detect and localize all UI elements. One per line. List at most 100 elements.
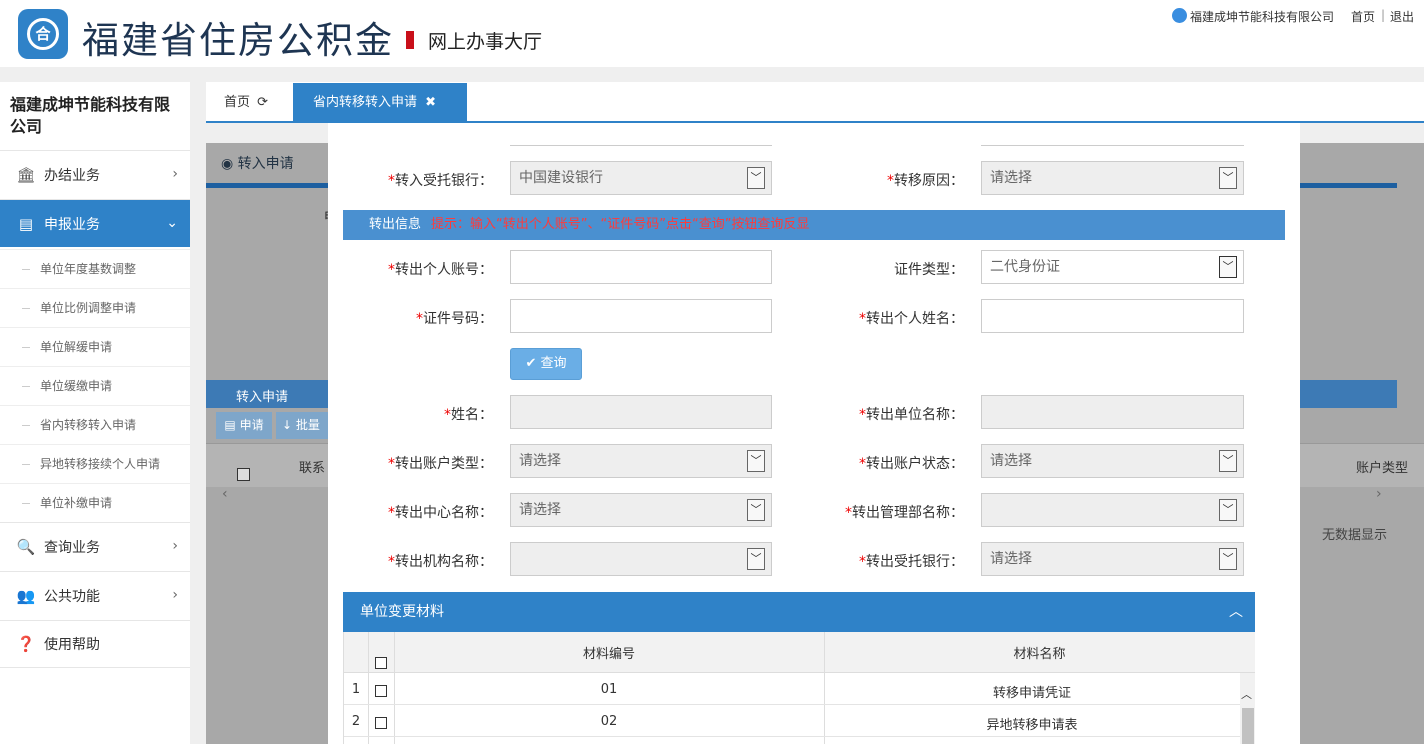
user-icon (1172, 8, 1187, 23)
col-header-code: 材料编号 (582, 647, 635, 662)
chevron-down-icon: ﹀ (1219, 450, 1237, 472)
sidebar-item-query[interactable]: 🔍 查询业务 › (0, 522, 190, 570)
tab-home[interactable]: 首页 ⟳ (206, 83, 292, 122)
check-icon: ✔ (525, 356, 537, 371)
bg-no-data: 无数据显示 (1322, 528, 1388, 543)
bg-col-contact: 联系 (299, 461, 326, 476)
site-subtitle: 网上办事大厅 (428, 31, 543, 53)
row-code: 02 (600, 714, 618, 729)
out-name-label: *转出个人姓名： (859, 311, 964, 327)
out-name-input[interactable] (981, 299, 1244, 333)
out-center-select[interactable]: 请选择 ﹀ (510, 493, 772, 527)
cut-field-edge (981, 143, 1244, 146)
briefcase-icon: ▤ (18, 214, 34, 233)
tab-home-label: 首页 (224, 95, 251, 110)
sidebar-subitem[interactable]: 单位解缓申请 (0, 327, 190, 366)
bg-panel-title: 转入申请 (236, 390, 289, 405)
bg-checkbox (237, 468, 250, 481)
header-home-link[interactable]: 首页 (1351, 8, 1375, 25)
out-bank-select[interactable]: 请选择 ﹀ (981, 542, 1244, 576)
sidebar-subitem[interactable]: 单位缓缴申请 (0, 366, 190, 405)
out-dept-select[interactable]: ﹀ (981, 493, 1244, 527)
bg-batch-button: ↓ 批量 (276, 412, 328, 439)
name-input[interactable] (510, 395, 772, 429)
chevron-down-icon: ﹀ (1219, 167, 1237, 189)
out-info-title: 转出信息 (369, 217, 422, 232)
out-bank-label: *转出受托银行： (859, 554, 964, 570)
sidebar-company: 福建成坤节能科技有限公司 (10, 95, 171, 136)
sidebar-subitem[interactable]: 单位年度基数调整 (0, 249, 190, 288)
reason-select[interactable]: 请选择 ﹀ (981, 161, 1244, 195)
scroll-up-icon[interactable]: ︿ (1241, 686, 1252, 702)
select-all-checkbox[interactable] (375, 657, 387, 669)
out-acct-type-select[interactable]: 请选择 ﹀ (510, 444, 772, 478)
header-company: 福建成坤节能科技有限公司 (1190, 10, 1335, 24)
sidebar-item-help[interactable]: ❓ 使用帮助 (0, 620, 190, 668)
sidebar-subitem[interactable]: 异地转移接续个人申请 (0, 444, 190, 483)
row-name: 异地转移申请表 (986, 718, 1078, 733)
bg-panel-head (1300, 380, 1397, 408)
tab-transfer-in-label: 省内转移转入申请 (313, 95, 418, 110)
sidebar-subitem[interactable]: 单位补缴申请 (0, 483, 190, 522)
row-code: 01 (600, 682, 618, 697)
sidebar-item-label: 申报业务 (44, 216, 100, 233)
bg-strip (206, 183, 328, 188)
out-acct-type-label: *转出账户类型： (388, 456, 493, 472)
logout-link[interactable]: 退出 (1390, 8, 1414, 25)
row-name: 转移申请凭证 (992, 686, 1071, 701)
chevron-right-icon: › (172, 166, 178, 182)
chevron-down-icon: ﹀ (747, 167, 765, 189)
bg-apply-button: ▤ 申请 (216, 412, 272, 439)
sidebar-item-completed[interactable]: 🏛 办结业务 › (0, 150, 190, 198)
sidebar-subitem[interactable]: 单位比例调整申请 (0, 288, 190, 327)
materials-panel-header[interactable]: 单位变更材料 ︿ (343, 592, 1255, 632)
chevron-down-icon: ﹀ (747, 499, 765, 521)
search-icon: 🔍 (16, 537, 36, 556)
bg-section-title: ◉ 转入申请 (221, 156, 294, 172)
close-icon[interactable]: ✖ (425, 95, 436, 110)
chevron-down-icon: ﹀ (1219, 499, 1237, 521)
chevron-down-icon: ﹀ (747, 450, 765, 472)
id-type-select[interactable]: 二代身份证 ﹀ (981, 250, 1244, 284)
chevron-right-icon: › (172, 587, 178, 603)
help-icon: ❓ (16, 635, 36, 653)
sidebar-item-declare[interactable]: ▤ 申报业务 ⌄ (0, 199, 190, 247)
out-acct-status-select[interactable]: 请选择 ﹀ (981, 444, 1244, 478)
id-number-label: *证件号码： (416, 311, 493, 327)
bg-scroll-right-icon: › (1376, 486, 1382, 502)
id-type-label: 证件类型： (894, 262, 964, 278)
chevron-down-icon: ﹀ (1219, 256, 1237, 278)
in-bank-select[interactable]: 中国建设银行 ﹀ (510, 161, 772, 195)
out-dept-label: *转出管理部名称： (845, 505, 964, 521)
users-icon: 👥 (16, 586, 36, 605)
sidebar-item-label: 查询业务 (44, 539, 100, 556)
id-number-input[interactable] (510, 299, 772, 333)
bg-scroll-left-icon: ‹ (222, 486, 228, 502)
sidebar-item-label: 公共功能 (44, 588, 100, 605)
out-account-input[interactable] (510, 250, 772, 284)
chevron-right-icon: › (172, 538, 178, 554)
tab-transfer-in[interactable]: 省内转移转入申请 ✖ (293, 83, 467, 122)
header-separator: | (1381, 8, 1386, 22)
out-org-select[interactable]: ﹀ (510, 542, 772, 576)
out-unit-input[interactable] (981, 395, 1244, 429)
sidebar-item-label: 办结业务 (44, 167, 100, 184)
out-account-label: *转出个人账号： (388, 262, 493, 278)
in-bank-label: *转入受托银行： (388, 173, 493, 189)
chevron-down-icon: ﹀ (1219, 548, 1237, 570)
sidebar-item-public[interactable]: 👥 公共功能 › (0, 571, 190, 619)
scrollbar-thumb[interactable] (1242, 708, 1254, 744)
bank-icon: 🏛 (16, 165, 36, 184)
sidebar-subitem[interactable]: 省内转移转入申请 (0, 405, 190, 444)
row-checkbox[interactable] (375, 717, 387, 729)
out-center-label: *转出中心名称： (388, 505, 493, 521)
chevron-up-icon[interactable]: ︿ (1229, 592, 1243, 632)
materials-table: 材料编号 材料名称 1 01 转移申请凭证 2 02 异地转移申请表 ︿ (343, 632, 1255, 744)
refresh-icon[interactable]: ⟳ (257, 95, 268, 110)
row-index: 1 (351, 682, 361, 697)
row-checkbox[interactable] (375, 685, 387, 697)
query-button[interactable]: ✔ 查询 (510, 348, 582, 380)
name-label: *姓名： (444, 407, 493, 423)
bg-col-account-type: 账户类型 (1356, 461, 1409, 476)
out-acct-status-label: *转出账户状态： (859, 456, 964, 472)
